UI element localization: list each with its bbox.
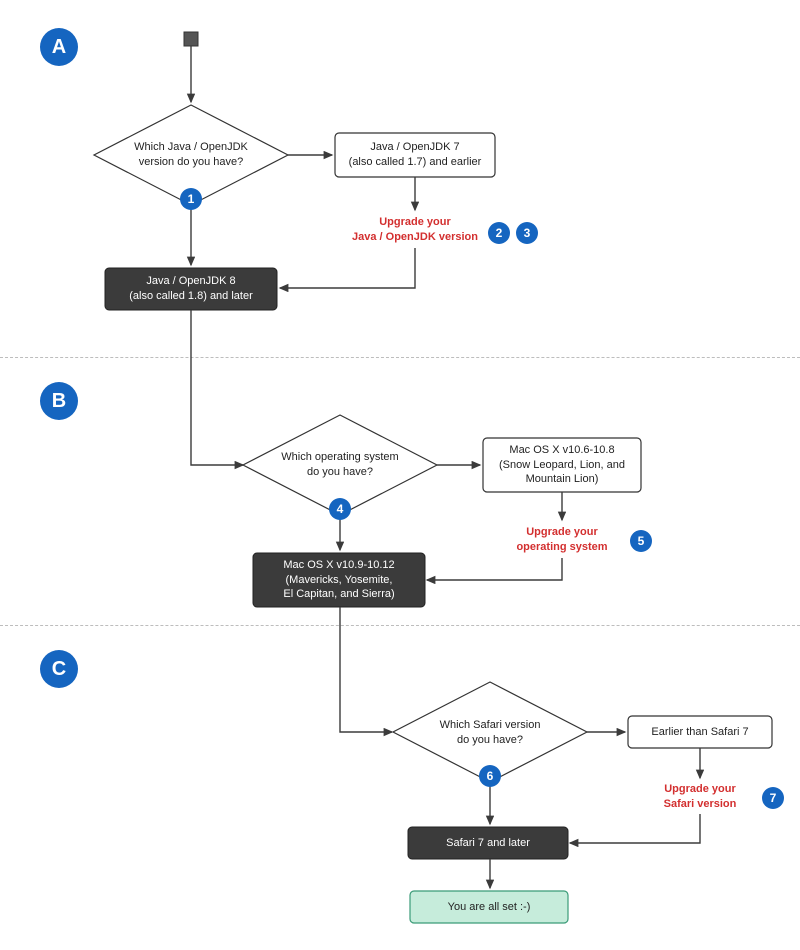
badge-5: 5 (630, 530, 652, 552)
badge-7: 7 (762, 787, 784, 809)
box-safari7-label: Safari 7 and later (408, 833, 568, 853)
box-done-label: You are all set :-) (410, 897, 568, 917)
upgrade-java-label: Upgrade your Java / OpenJDK version (345, 215, 485, 245)
box-os-new-label: Mac OS X v10.9-10.12 (Mavericks, Yosemit… (253, 558, 425, 602)
start-node (184, 32, 198, 46)
decision-os-label: Which operating system do you have? (264, 450, 416, 480)
upgrade-os-label: Upgrade your operating system (500, 525, 624, 555)
decision-java-label: Which Java / OpenJDK version do you have… (115, 140, 267, 170)
decision-safari-label: Which Safari version do you have? (414, 718, 566, 748)
box-safari-old-label: Earlier than Safari 7 (628, 720, 772, 744)
badge-3: 3 (516, 222, 538, 244)
box-os-old-label: Mac OS X v10.6-10.8 (Snow Leopard, Lion,… (483, 442, 641, 488)
upgrade-safari-label: Upgrade your Safari version (642, 782, 758, 812)
box-java8-label: Java / OpenJDK 8 (also called 1.8) and l… (105, 273, 277, 305)
badge-4: 4 (329, 498, 351, 520)
badge-1: 1 (180, 188, 202, 210)
badge-6: 6 (479, 765, 501, 787)
badge-2: 2 (488, 222, 510, 244)
box-java7-label: Java / OpenJDK 7 (also called 1.7) and e… (335, 138, 495, 172)
